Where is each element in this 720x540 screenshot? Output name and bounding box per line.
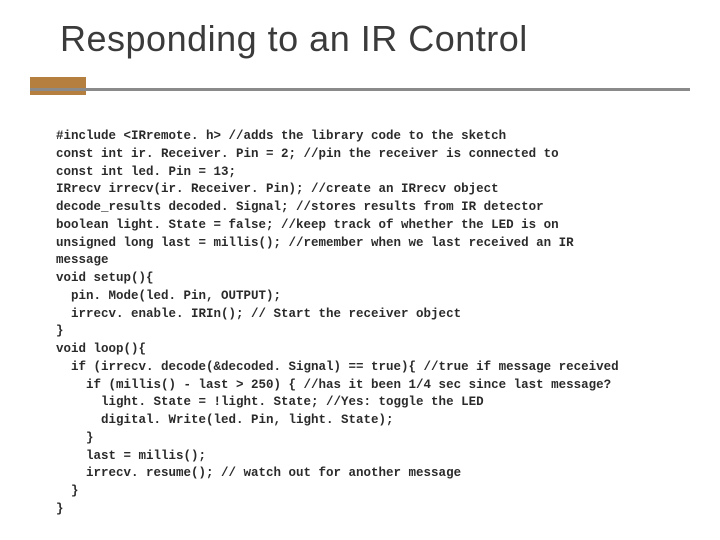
code-block: #include <IRremote. h> //adds the librar… [56,128,619,519]
divider-line [30,88,690,91]
slide: Responding to an IR Control #include <IR… [0,0,720,540]
slide-title: Responding to an IR Control [0,0,720,60]
accent-block [30,77,86,95]
